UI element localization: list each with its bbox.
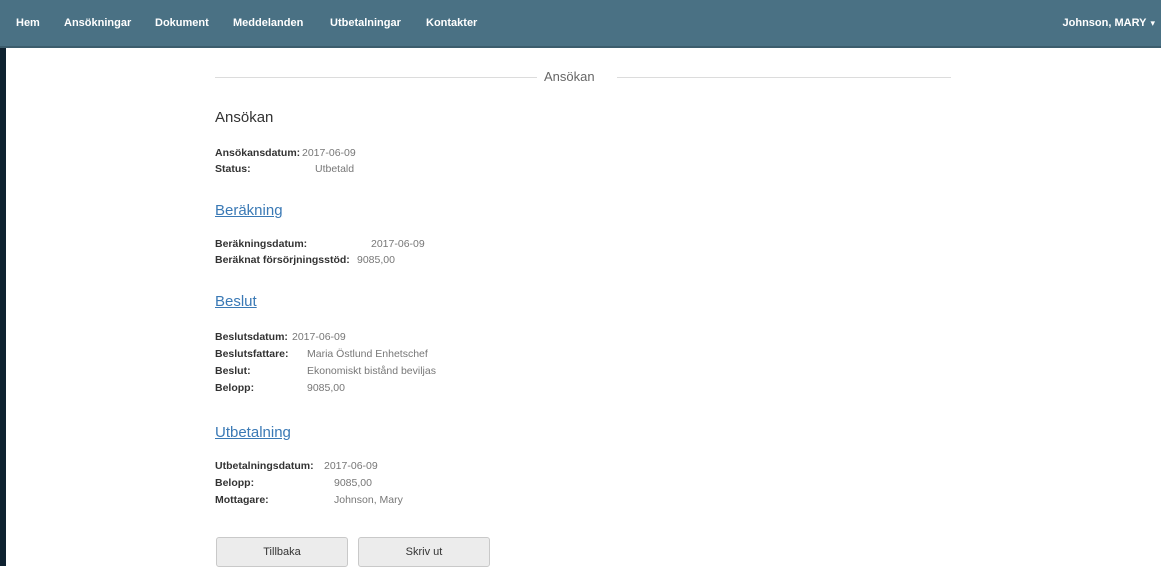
page-title: Ansökan xyxy=(215,109,274,126)
payment-amount-value: 9085,00 xyxy=(334,477,372,489)
calculated-support-value: 9085,00 xyxy=(357,254,395,266)
back-button[interactable]: Tillbaka xyxy=(216,537,348,567)
decision-label: Beslut: xyxy=(215,365,251,377)
payment-date-label: Utbetalningsdatum: xyxy=(215,460,314,472)
section-divider: Ansökan xyxy=(215,68,951,86)
nav-item-utbetalningar[interactable]: Utbetalningar xyxy=(330,17,401,29)
payment-date-value: 2017-06-09 xyxy=(324,460,378,472)
divider-line-right xyxy=(617,77,951,78)
recipient-value: Johnson, Mary xyxy=(334,494,403,506)
recipient-label: Mottagare: xyxy=(215,494,269,506)
status-label: Status: xyxy=(215,163,251,175)
decision-maker-value: Maria Östlund Enhetschef xyxy=(307,348,428,360)
window-frame xyxy=(0,0,6,566)
chevron-down-icon: ▾ xyxy=(1150,18,1155,28)
payment-heading-link[interactable]: Utbetalning xyxy=(215,424,291,441)
decision-amount-value: 9085,00 xyxy=(307,382,345,394)
nav-item-hem[interactable]: Hem xyxy=(16,17,40,29)
status-value: Utbetald xyxy=(315,163,355,175)
decision-date-label: Beslutsdatum: xyxy=(215,331,288,343)
decision-amount-label: Belopp: xyxy=(215,382,255,394)
decision-maker-label: Beslutsfattare: xyxy=(215,348,289,360)
decision-value: Ekonomiskt bistånd beviljas xyxy=(307,365,436,377)
section-title: Ansökan xyxy=(540,69,599,84)
calculation-date-value: 2017-06-09 xyxy=(371,238,425,250)
print-button[interactable]: Skriv ut xyxy=(358,537,490,567)
nav-item-kontakter[interactable]: Kontakter xyxy=(426,17,477,29)
calculation-date-label: Beräkningsdatum: xyxy=(215,238,308,250)
nav-item-ansokningar[interactable]: Ansökningar xyxy=(64,17,131,29)
payment-amount-label: Belopp: xyxy=(215,477,255,489)
top-navbar: Hem Ansökningar Dokument Meddelanden Utb… xyxy=(0,0,1161,48)
application-date-label: Ansökansdatum: xyxy=(215,147,301,159)
application-date-value: 2017-06-09 xyxy=(302,147,356,159)
calculated-support-label: Beräknat försörjningsstöd: xyxy=(215,254,350,266)
decision-date-value: 2017-06-09 xyxy=(292,331,346,343)
decision-heading-link[interactable]: Beslut xyxy=(215,293,257,310)
divider-line-left xyxy=(215,77,537,78)
nav-item-meddelanden[interactable]: Meddelanden xyxy=(233,17,303,29)
nav-item-dokument[interactable]: Dokument xyxy=(155,17,209,29)
user-name: Johnson, MARY xyxy=(1062,17,1147,29)
calculation-heading-link[interactable]: Beräkning xyxy=(215,202,283,219)
user-menu[interactable]: Johnson, MARY ▾ xyxy=(1063,17,1155,29)
